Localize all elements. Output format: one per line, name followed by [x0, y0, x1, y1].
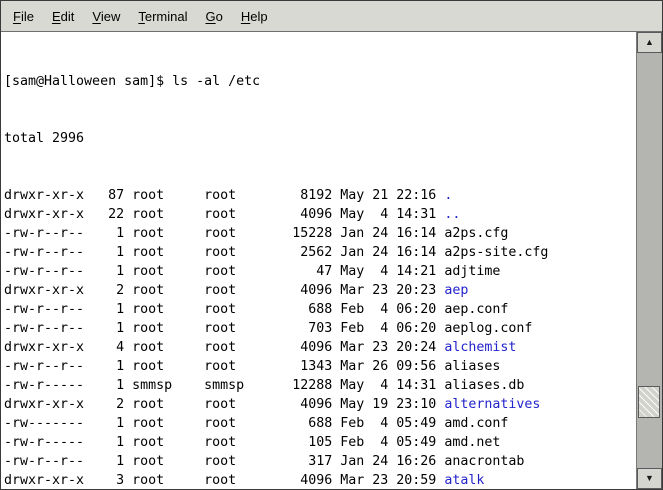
file-row: drwxr-xr-x 2 root root 4096 Mar 23 20:23…: [4, 281, 636, 300]
file-name: adjtime: [444, 264, 500, 279]
menu-item-help[interactable]: Help: [232, 5, 277, 28]
file-meta: -rw-r--r-- 1 root root 1343 Mar 26 09:56: [4, 359, 444, 374]
menu-item-edit[interactable]: Edit: [43, 5, 83, 28]
file-name: amd.conf: [444, 416, 508, 431]
terminal-line: total 2996: [4, 129, 636, 148]
file-row: drwxr-xr-x 2 root root 4096 May 19 23:10…: [4, 395, 636, 414]
file-meta: -rw-r--r-- 1 root root 15228 Jan 24 16:1…: [4, 226, 444, 241]
file-row: drwxr-xr-x 3 root root 4096 Mar 23 20:59…: [4, 471, 636, 489]
file-meta: drwxr-xr-x 87 root root 8192 May 21 22:1…: [4, 188, 444, 203]
file-meta: -rw-r--r-- 1 root root 688 Feb 4 06:20: [4, 302, 444, 317]
terminal-output[interactable]: [sam@Halloween sam]$ ls -al /etc total 2…: [1, 32, 636, 489]
file-row: drwxr-xr-x 22 root root 4096 May 4 14:31…: [4, 205, 636, 224]
file-name: ..: [444, 207, 460, 222]
prompt-line: [sam@Halloween sam]$ ls -al /etc: [4, 74, 260, 89]
file-row: -rw-r--r-- 1 root root 703 Feb 4 06:20 a…: [4, 319, 636, 338]
file-name: aep: [444, 283, 468, 298]
file-row: -rw-r--r-- 1 root root 15228 Jan 24 16:1…: [4, 224, 636, 243]
vertical-scrollbar: ▲ ▼: [636, 32, 662, 489]
file-meta: drwxr-xr-x 2 root root 4096 May 19 23:10: [4, 397, 444, 412]
file-name: aliases.db: [444, 378, 524, 393]
file-meta: -rw-r--r-- 1 root root 47 May 4 14:21: [4, 264, 444, 279]
menu-item-view[interactable]: View: [83, 5, 129, 28]
file-row: -rw-r--r-- 1 root root 2562 Jan 24 16:14…: [4, 243, 636, 262]
file-row: drwxr-xr-x 87 root root 8192 May 21 22:1…: [4, 186, 636, 205]
file-name: aliases: [444, 359, 500, 374]
scrollbar-track[interactable]: [637, 53, 662, 468]
file-meta: drwxr-xr-x 3 root root 4096 Mar 23 20:59: [4, 473, 444, 488]
file-name: a2ps-site.cfg: [444, 245, 548, 260]
file-meta: drwxr-xr-x 2 root root 4096 Mar 23 20:23: [4, 283, 444, 298]
menu-item-file[interactable]: File: [4, 5, 43, 28]
scroll-down-button[interactable]: ▼: [637, 468, 662, 489]
menu-bar: FileEditViewTerminalGoHelp: [1, 1, 662, 32]
file-row: -rw-r--r-- 1 root root 1343 Mar 26 09:56…: [4, 357, 636, 376]
file-row: -rw------- 1 root root 688 Feb 4 05:49 a…: [4, 414, 636, 433]
arrow-down-icon: ▼: [645, 474, 654, 483]
file-meta: -rw-r----- 1 smmsp smmsp 12288 May 4 14:…: [4, 378, 444, 393]
file-name: a2ps.cfg: [444, 226, 508, 241]
scrollbar-thumb[interactable]: [638, 386, 660, 418]
file-meta: drwxr-xr-x 22 root root 4096 May 4 14:31: [4, 207, 444, 222]
file-name: .: [444, 188, 452, 203]
file-meta: drwxr-xr-x 4 root root 4096 Mar 23 20:24: [4, 340, 444, 355]
file-meta: -rw-r--r-- 1 root root 317 Jan 24 16:26: [4, 454, 444, 469]
file-name: aep.conf: [444, 302, 508, 317]
total-line: total 2996: [4, 131, 84, 146]
file-meta: -rw-r----- 1 root root 105 Feb 4 05:49: [4, 435, 444, 450]
terminal-window: FileEditViewTerminalGoHelp [sam@Hallowee…: [0, 0, 663, 490]
file-meta: -rw-r--r-- 1 root root 2562 Jan 24 16:14: [4, 245, 444, 260]
file-row: -rw-r--r-- 1 root root 688 Feb 4 06:20 a…: [4, 300, 636, 319]
file-name: alternatives: [444, 397, 540, 412]
terminal-line: [sam@Halloween sam]$ ls -al /etc: [4, 72, 636, 91]
file-name: aeplog.conf: [444, 321, 532, 336]
file-row: -rw-r--r-- 1 root root 47 May 4 14:21 ad…: [4, 262, 636, 281]
file-row: -rw-r----- 1 root root 105 Feb 4 05:49 a…: [4, 433, 636, 452]
menu-item-terminal[interactable]: Terminal: [129, 5, 196, 28]
file-meta: -rw------- 1 root root 688 Feb 4 05:49: [4, 416, 444, 431]
file-name: atalk: [444, 473, 484, 488]
file-meta: -rw-r--r-- 1 root root 703 Feb 4 06:20: [4, 321, 444, 336]
file-row: -rw-r----- 1 smmsp smmsp 12288 May 4 14:…: [4, 376, 636, 395]
file-name: amd.net: [444, 435, 500, 450]
scroll-up-button[interactable]: ▲: [637, 32, 662, 53]
terminal-content: [sam@Halloween sam]$ ls -al /etc total 2…: [1, 32, 662, 489]
menu-item-go[interactable]: Go: [197, 5, 232, 28]
file-row: -rw-r--r-- 1 root root 317 Jan 24 16:26 …: [4, 452, 636, 471]
file-row: drwxr-xr-x 4 root root 4096 Mar 23 20:24…: [4, 338, 636, 357]
arrow-up-icon: ▲: [645, 38, 654, 47]
file-name: alchemist: [444, 340, 516, 355]
file-name: anacrontab: [444, 454, 524, 469]
